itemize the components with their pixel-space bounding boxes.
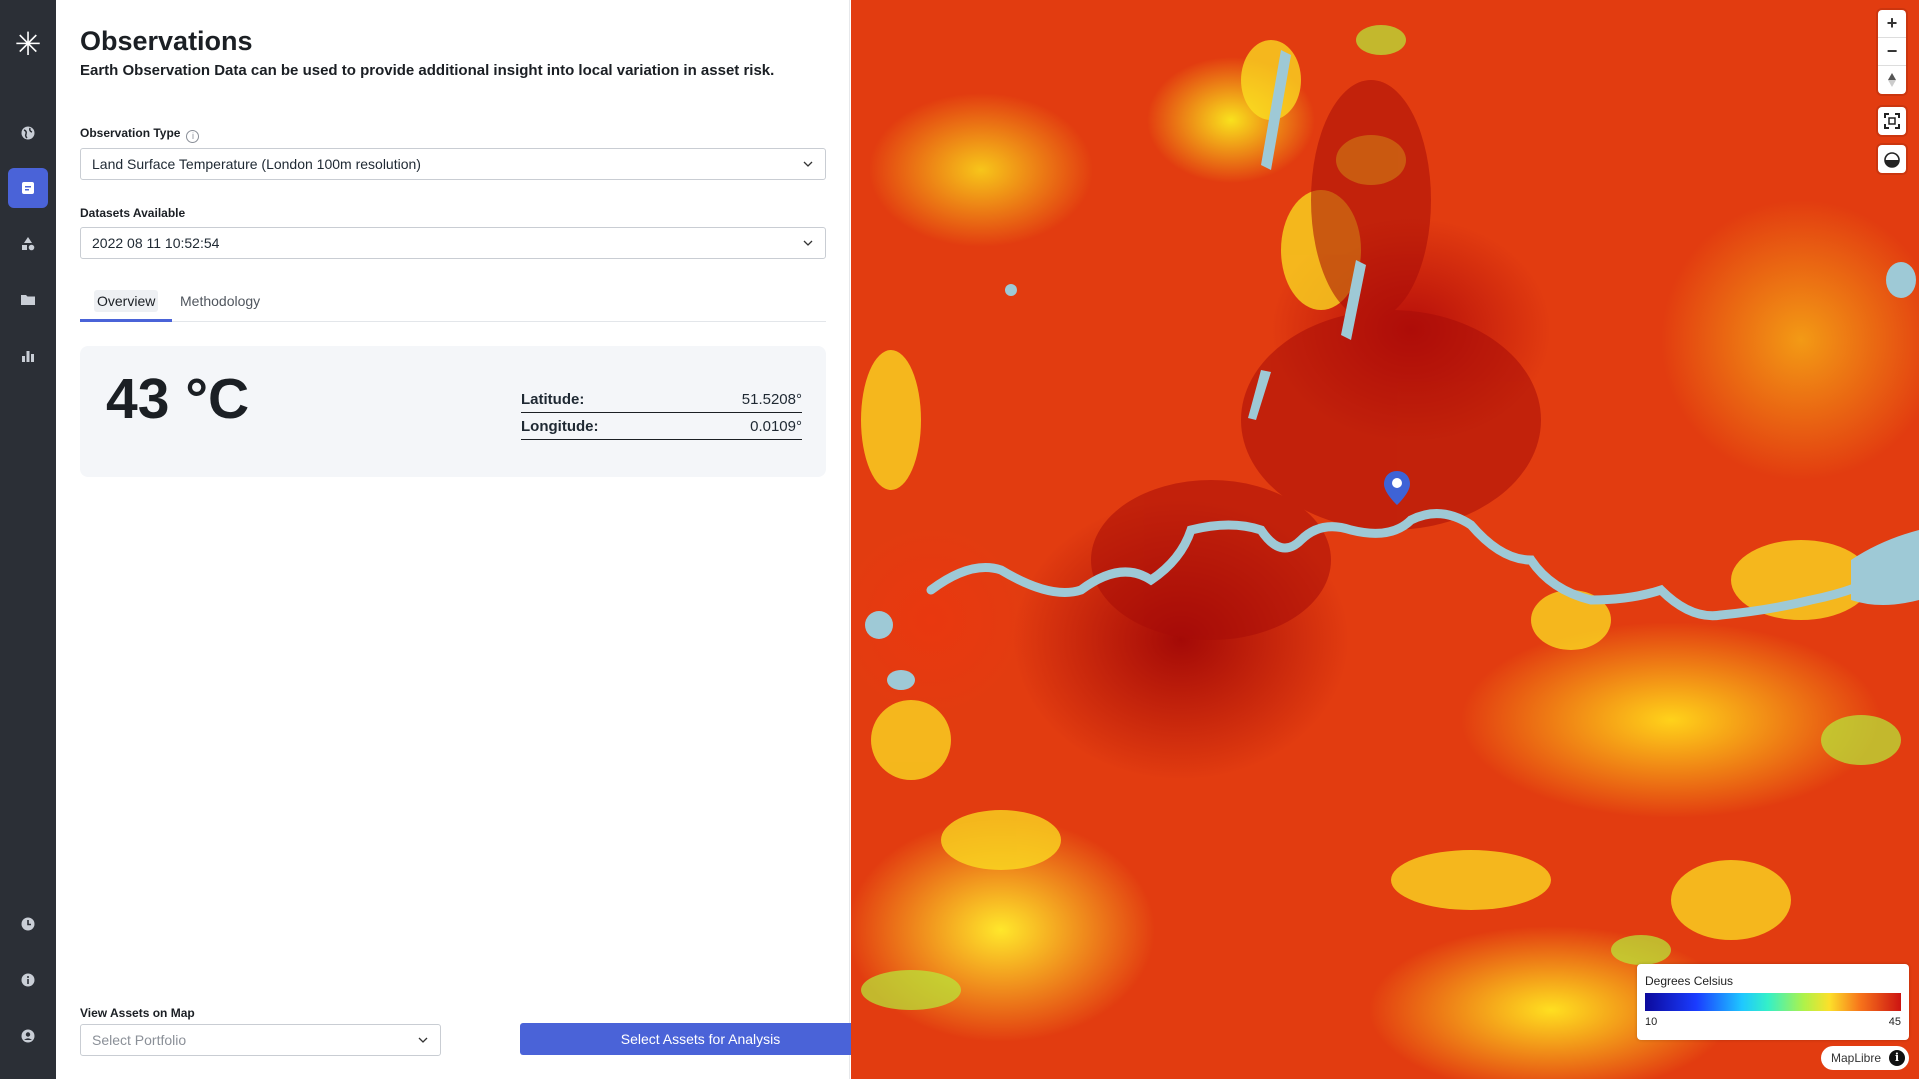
legend-title: Degrees Celsius — [1645, 974, 1734, 988]
observation-type-label: Observation Type i — [80, 126, 200, 143]
opacity-button[interactable] — [1878, 145, 1906, 173]
observation-type-select[interactable]: Land Surface Temperature (London 100m re… — [80, 148, 826, 180]
temperature-value: 43 °C — [106, 367, 250, 431]
terrain-control — [1878, 145, 1906, 173]
page-subtitle: Earth Observation Data can be used to pr… — [80, 62, 775, 79]
compass-icon — [1888, 73, 1896, 87]
tab-overview[interactable]: Overview — [80, 287, 173, 322]
legend-gradient — [1645, 993, 1901, 1011]
icon-rail: ✳ — [0, 0, 56, 1079]
heat-map[interactable]: + − Degrees Celsius 10 45 MapLibre i — [851, 0, 1919, 1079]
page-title: Observations — [80, 26, 253, 56]
folder-icon[interactable] — [8, 280, 48, 320]
info-circle-icon[interactable] — [8, 960, 48, 1000]
chevron-down-icon — [803, 240, 813, 246]
zoom-in-button[interactable]: + — [1878, 10, 1906, 38]
attribution-info-icon[interactable]: i — [1889, 1050, 1905, 1066]
globe-icon[interactable] — [8, 113, 48, 153]
tab-methodology[interactable]: Methodology — [166, 287, 274, 322]
reading-card: 43 °C Latitude: 51.5208° Longitude: 0.01… — [80, 346, 826, 477]
heat-map-layer — [861, 25, 1919, 1010]
info-icon[interactable]: i — [186, 130, 200, 143]
coordinates-table: Latitude: 51.5208° Longitude: 0.0109° — [521, 386, 802, 440]
datasets-select[interactable]: 2022 08 11 10:52:54 — [80, 227, 826, 259]
longitude-row: Longitude: 0.0109° — [521, 413, 802, 440]
compass-button[interactable] — [1878, 66, 1906, 94]
clock-icon[interactable] — [8, 904, 48, 944]
zoom-out-button[interactable]: − — [1878, 38, 1906, 66]
chevron-down-icon — [803, 161, 813, 167]
color-legend: Degrees Celsius 10 45 — [1637, 964, 1909, 1040]
location-pin-icon[interactable] — [1383, 470, 1411, 506]
fullscreen-icon — [1884, 113, 1900, 129]
fullscreen-button[interactable] — [1878, 107, 1906, 135]
legend-max: 45 — [1888, 1016, 1901, 1028]
chevron-down-icon — [418, 1037, 428, 1043]
observations-panel: Observations Earth Observation Data can … — [56, 0, 881, 1079]
view-assets-label: View Assets on Map — [80, 1006, 195, 1020]
shapes-icon[interactable] — [8, 224, 48, 264]
map-attribution[interactable]: MapLibre i — [1820, 1046, 1909, 1070]
tab-bar: Overview Methodology — [80, 287, 826, 322]
select-assets-button[interactable]: Select Assets for Analysis — [520, 1023, 881, 1055]
observations-icon[interactable] — [8, 168, 48, 208]
user-icon[interactable] — [8, 1016, 48, 1056]
drop-icon — [1884, 152, 1900, 168]
bar-chart-icon[interactable] — [8, 336, 48, 376]
portfolio-select[interactable]: Select Portfolio — [80, 1024, 441, 1056]
datasets-label: Datasets Available — [80, 206, 186, 220]
fullscreen-control — [1878, 107, 1906, 135]
legend-min: 10 — [1645, 1016, 1658, 1028]
latitude-row: Latitude: 51.5208° — [521, 386, 802, 413]
zoom-controls: + − — [1878, 10, 1906, 94]
logo-icon[interactable]: ✳ — [12, 24, 44, 64]
